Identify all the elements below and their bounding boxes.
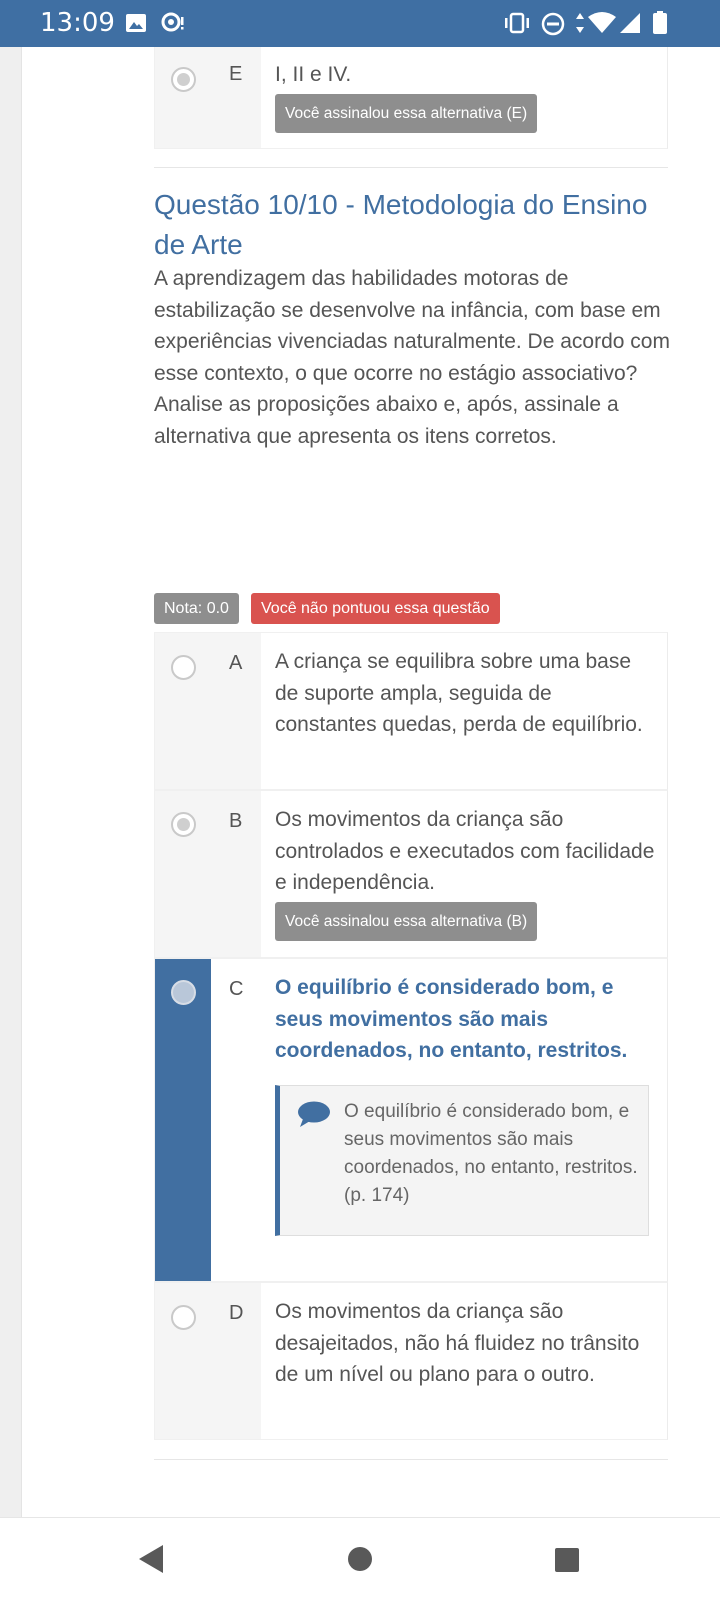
option-text: Os movimentos da criança são controlados…	[275, 804, 655, 941]
radio-option-e[interactable]	[171, 67, 196, 92]
result-badge: Você não pontuou essa questão	[251, 593, 500, 624]
question-divider	[154, 167, 668, 168]
status-bar: 13:09	[0, 0, 720, 47]
option-a-text: A criança se equilibra sobre uma base de…	[275, 650, 643, 736]
radio-column	[155, 633, 261, 789]
option-e[interactable]: E I, II e IV. Você assinalou essa altern…	[154, 47, 668, 149]
radio-column	[155, 791, 261, 957]
option-c-correct[interactable]: C O equilíbrio é considerado bom, e seus…	[154, 958, 668, 1282]
back-triangle-icon[interactable]	[137, 1543, 165, 1575]
comment-icon	[298, 1101, 330, 1127]
bottom-divider	[154, 1459, 668, 1460]
left-gutter	[0, 47, 22, 1517]
home-circle-icon[interactable]	[347, 1546, 373, 1572]
recents-square-icon[interactable]	[554, 1547, 580, 1573]
radio-option-a[interactable]	[171, 655, 196, 680]
radio-option-c[interactable]	[171, 980, 196, 1005]
chat-bubble-icon	[161, 12, 184, 32]
radio-column	[155, 47, 261, 148]
feedback-box: O equilíbrio é considerado bom, e seus m…	[275, 1085, 649, 1236]
option-b[interactable]: B Os movimentos da criança são controlad…	[154, 790, 668, 958]
status-time: 13:09	[40, 8, 115, 38]
option-c-text: O equilíbrio é considerado bom, e seus m…	[275, 976, 628, 1062]
option-a[interactable]: A A criança se equilibra sobre uma base …	[154, 632, 668, 790]
option-b-text: Os movimentos da criança são controlados…	[275, 808, 655, 894]
data-arrows-icon	[576, 13, 584, 33]
battery-icon	[653, 11, 667, 34]
option-d[interactable]: D Os movimentos da criança são desajeita…	[154, 1282, 668, 1440]
radio-column	[155, 1283, 261, 1439]
do-not-disturb-icon	[541, 12, 565, 36]
selected-tag: Você assinalou essa alternativa (B)	[275, 901, 538, 941]
option-text: I, II e IV. Você assinalou essa alternat…	[275, 59, 655, 133]
radio-option-d[interactable]	[171, 1305, 196, 1330]
selected-tag: Você assinalou essa alternativa (E)	[275, 93, 538, 133]
question-body: A aprendizagem das habilidades motoras d…	[154, 267, 670, 448]
grade-badge: Nota: 0.0	[154, 593, 239, 624]
signal-icon	[620, 13, 640, 33]
feedback-text: O equilíbrio é considerado bom, e seus m…	[344, 1101, 638, 1206]
option-letter: C	[229, 978, 244, 1000]
option-letter: B	[229, 810, 243, 832]
question-title: Questão 10/10 - Metodologia do Ensino de…	[154, 189, 648, 260]
vibrate-icon	[505, 12, 529, 34]
radio-option-b[interactable]	[171, 812, 196, 837]
option-letter: E	[229, 63, 243, 85]
wifi-icon	[588, 12, 616, 33]
navigation-bar	[0, 1517, 720, 1600]
correct-indicator-bar	[155, 959, 211, 1281]
image-icon	[126, 14, 146, 32]
option-letter: D	[229, 1302, 244, 1324]
option-e-text: I, II e IV.	[275, 63, 352, 86]
option-d-text: Os movimentos da criança são desajeitado…	[275, 1300, 640, 1386]
option-letter: A	[229, 652, 243, 674]
